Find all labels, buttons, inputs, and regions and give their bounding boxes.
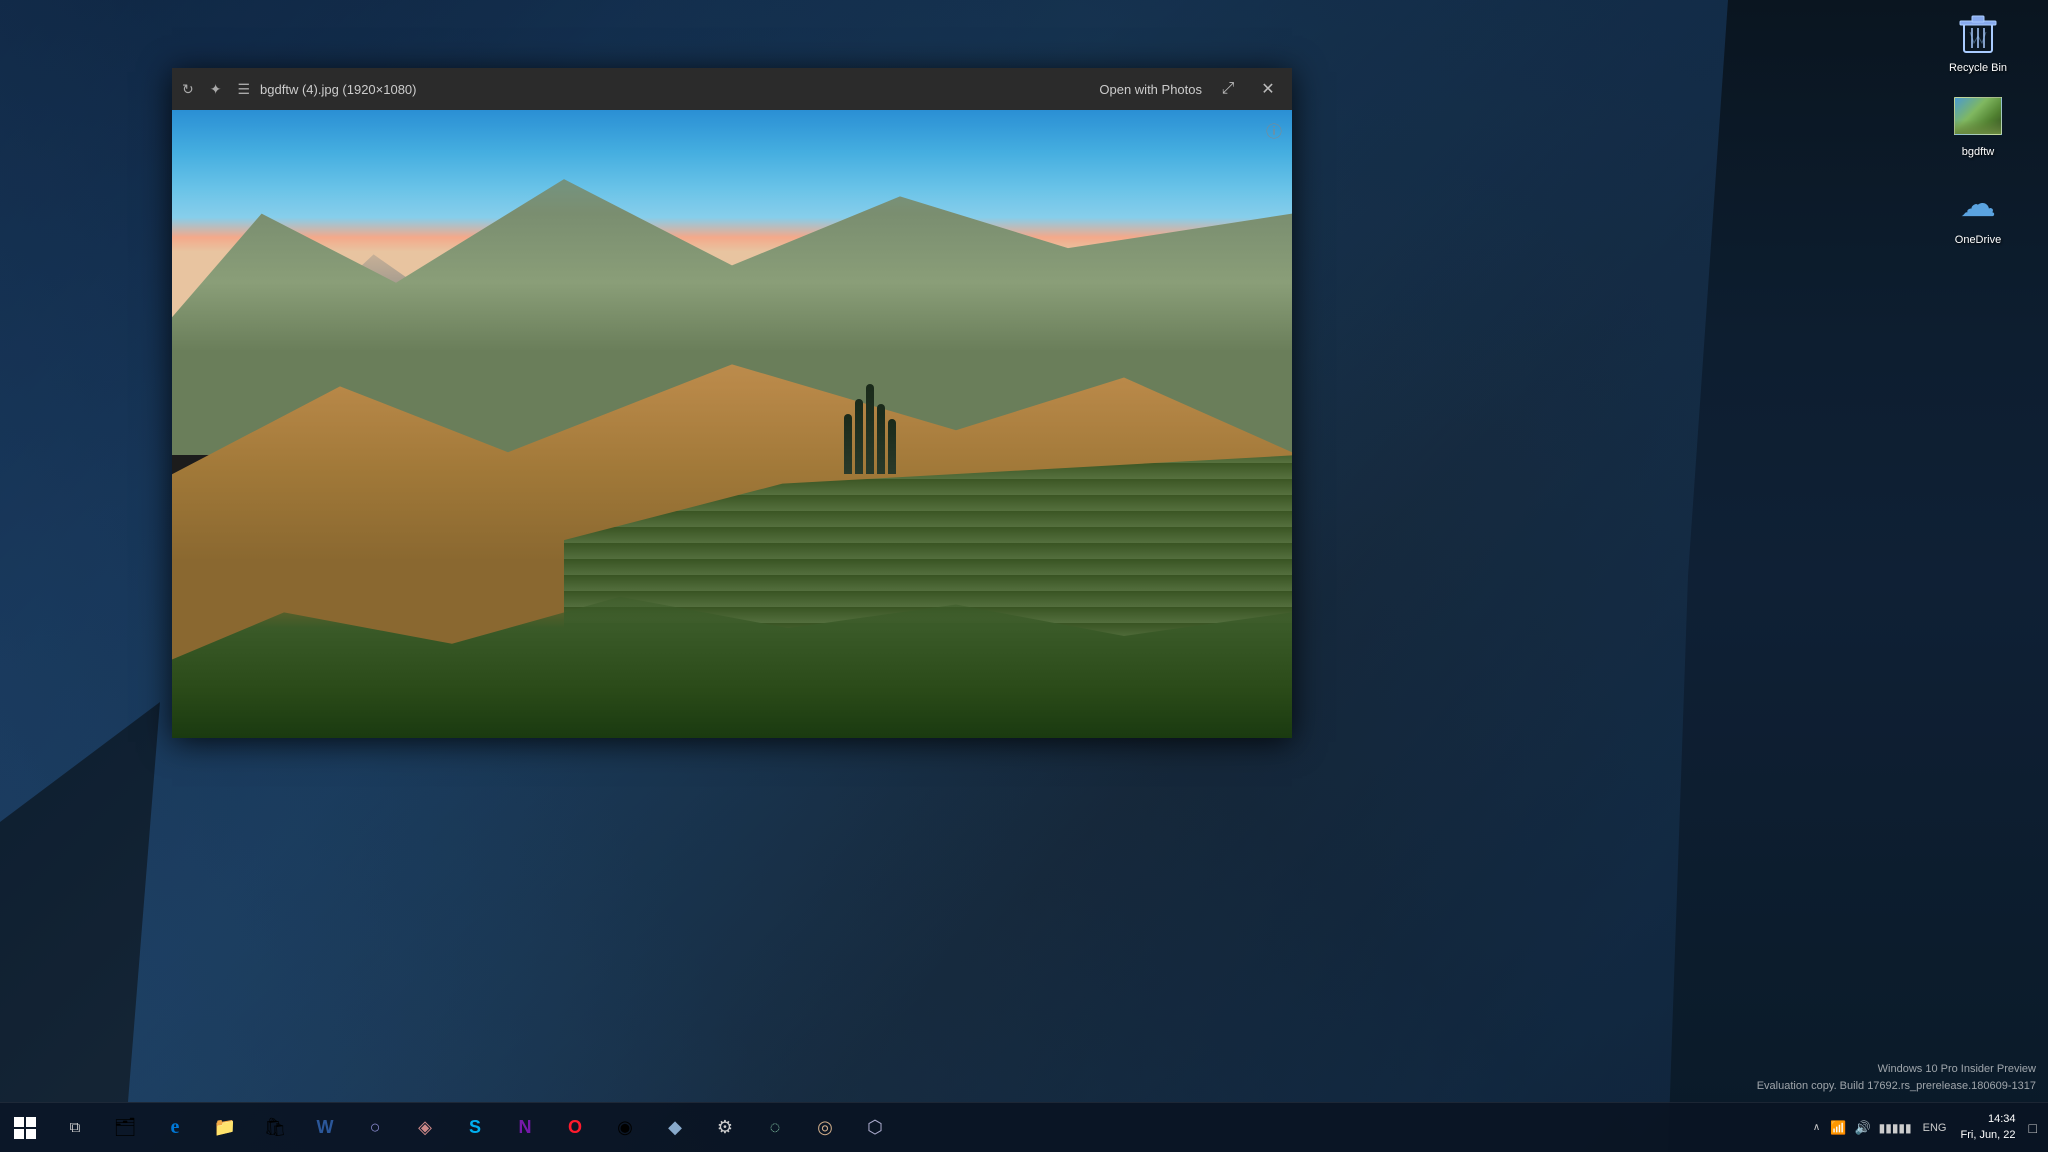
bgdftw-image: [1954, 92, 2002, 140]
app1-icon: ○: [370, 1117, 381, 1138]
store-icon: 🛍: [264, 1117, 287, 1138]
taskbar-app5[interactable]: ◎: [800, 1103, 850, 1152]
file-explorer-icon: 🗂: [114, 1117, 137, 1138]
recycle-bin-image: [1954, 8, 2002, 56]
opera-icon: O: [568, 1117, 582, 1138]
right-crystal-area: [1668, 0, 2048, 1152]
favorite-icon[interactable]: ✦: [210, 81, 222, 98]
taskbar-file-explorer[interactable]: 🗂: [100, 1103, 150, 1152]
word-icon: W: [317, 1117, 334, 1138]
info-icon[interactable]: ⓘ: [1266, 118, 1282, 142]
watermark-line2: Evaluation copy. Build 17692.rs_prerelea…: [1757, 1078, 2036, 1095]
onedrive-image: ☁: [1954, 180, 2002, 228]
maximize-button[interactable]: ⤢: [1214, 75, 1242, 103]
taskbar-opera[interactable]: O: [550, 1103, 600, 1152]
edge-icon: e: [171, 1116, 180, 1139]
language-indicator[interactable]: ENG: [1919, 1122, 1951, 1134]
app3-icon: ◆: [668, 1117, 682, 1138]
taskbar-clock[interactable]: 14:34 Fri, Jun, 22: [1955, 1112, 2022, 1143]
tray-icons: 📶 🔊 ▮▮▮▮▮: [1827, 1120, 1914, 1136]
title-bar-left-icons: ↻ ✦ ☰: [182, 81, 250, 98]
start-button[interactable]: [0, 1103, 50, 1152]
recycle-bin-icon[interactable]: Recycle Bin: [1938, 8, 2018, 76]
image-display: ⓘ: [172, 110, 1292, 738]
taskbar-folder[interactable]: 📁: [200, 1103, 250, 1152]
settings-icon: ⚙: [717, 1117, 733, 1138]
photo-viewer-window: ↻ ✦ ☰ bgdftw (4).jpg (1920×1080) Open wi…: [172, 68, 1292, 738]
tray-volume-icon[interactable]: 🔊: [1851, 1120, 1873, 1136]
bgdftw-desktop-icon[interactable]: bgdftw: [1938, 92, 2018, 160]
more-options-icon[interactable]: ☰: [237, 81, 250, 98]
task-view-button[interactable]: ⧉: [50, 1103, 100, 1152]
skype-icon: S: [469, 1117, 481, 1138]
taskbar-edge[interactable]: e: [150, 1103, 200, 1152]
clock-date: Fri, Jun, 22: [1961, 1128, 2016, 1143]
title-bar: ↻ ✦ ☰ bgdftw (4).jpg (1920×1080) Open wi…: [172, 68, 1292, 110]
windows-watermark: Windows 10 Pro Insider Preview Evaluatio…: [1757, 1061, 2036, 1094]
rotate-icon[interactable]: ↻: [182, 81, 194, 98]
desktop: ↻ ✦ ☰ bgdftw (4).jpg (1920×1080) Open wi…: [0, 0, 2048, 1152]
villa-area: [844, 286, 1124, 474]
taskbar-settings[interactable]: ⚙: [700, 1103, 750, 1152]
app4-icon: ◌: [770, 1117, 781, 1138]
windows-logo: [14, 1117, 36, 1139]
bgdftw-label: bgdftw: [1959, 144, 1997, 160]
taskbar-app3[interactable]: ◆: [650, 1103, 700, 1152]
chrome-icon: ◉: [617, 1117, 633, 1138]
onedrive-desktop-icon[interactable]: ☁ OneDrive: [1938, 180, 2018, 248]
taskbar-app2[interactable]: ◈: [400, 1103, 450, 1152]
watermark-line1: Windows 10 Pro Insider Preview: [1757, 1061, 2036, 1078]
notification-collapse[interactable]: ∧: [1810, 1122, 1823, 1133]
taskbar-app1[interactable]: ○: [350, 1103, 400, 1152]
task-view-icon: ⧉: [70, 1119, 81, 1136]
app5-icon: ◎: [817, 1117, 833, 1138]
taskbar-app4[interactable]: ◌: [750, 1103, 800, 1152]
open-with-photos-button[interactable]: Open with Photos: [1099, 82, 1202, 97]
title-bar-right: Open with Photos ⤢ ✕: [1099, 75, 1282, 103]
cypress-2: [855, 399, 863, 474]
taskbar: ⧉ 🗂 e 📁 🛍 W ○ ◈ S: [0, 1102, 2048, 1152]
taskbar-app6[interactable]: ⬡: [850, 1103, 900, 1152]
app2-icon: ◈: [418, 1117, 432, 1138]
tray-network-icon[interactable]: 📶: [1827, 1120, 1849, 1136]
file-title: bgdftw (4).jpg (1920×1080): [260, 82, 1089, 97]
taskbar-store[interactable]: 🛍: [250, 1103, 300, 1152]
taskbar-onenote[interactable]: N: [500, 1103, 550, 1152]
cypress-1: [844, 414, 852, 474]
cypress-5: [888, 419, 896, 474]
cypress-4: [877, 404, 885, 474]
folder-icon: 📁: [214, 1117, 236, 1138]
onedrive-cloud-icon: ☁: [1960, 183, 1996, 225]
taskbar-word[interactable]: W: [300, 1103, 350, 1152]
tray-battery-icon[interactable]: ▮▮▮▮▮: [1876, 1121, 1915, 1135]
recycle-bin-label: Recycle Bin: [1946, 60, 2010, 76]
tuscany-photo: ⓘ: [172, 110, 1292, 738]
taskbar-skype[interactable]: S: [450, 1103, 500, 1152]
bgdftw-thumbnail: [1954, 97, 2002, 135]
system-tray: ∧ 📶 🔊 ▮▮▮▮▮ ENG 14:34 Fri, Jun, 22 □: [1802, 1112, 2048, 1143]
clock-time: 14:34: [1961, 1112, 2016, 1127]
cypress-3: [866, 384, 874, 474]
close-button[interactable]: ✕: [1254, 75, 1282, 103]
app6-icon: ⬡: [867, 1117, 883, 1138]
taskbar-chrome[interactable]: ◉: [600, 1103, 650, 1152]
notification-center-icon[interactable]: □: [2026, 1120, 2040, 1136]
onedrive-label: OneDrive: [1952, 232, 2004, 248]
onenote-icon: N: [519, 1117, 532, 1138]
